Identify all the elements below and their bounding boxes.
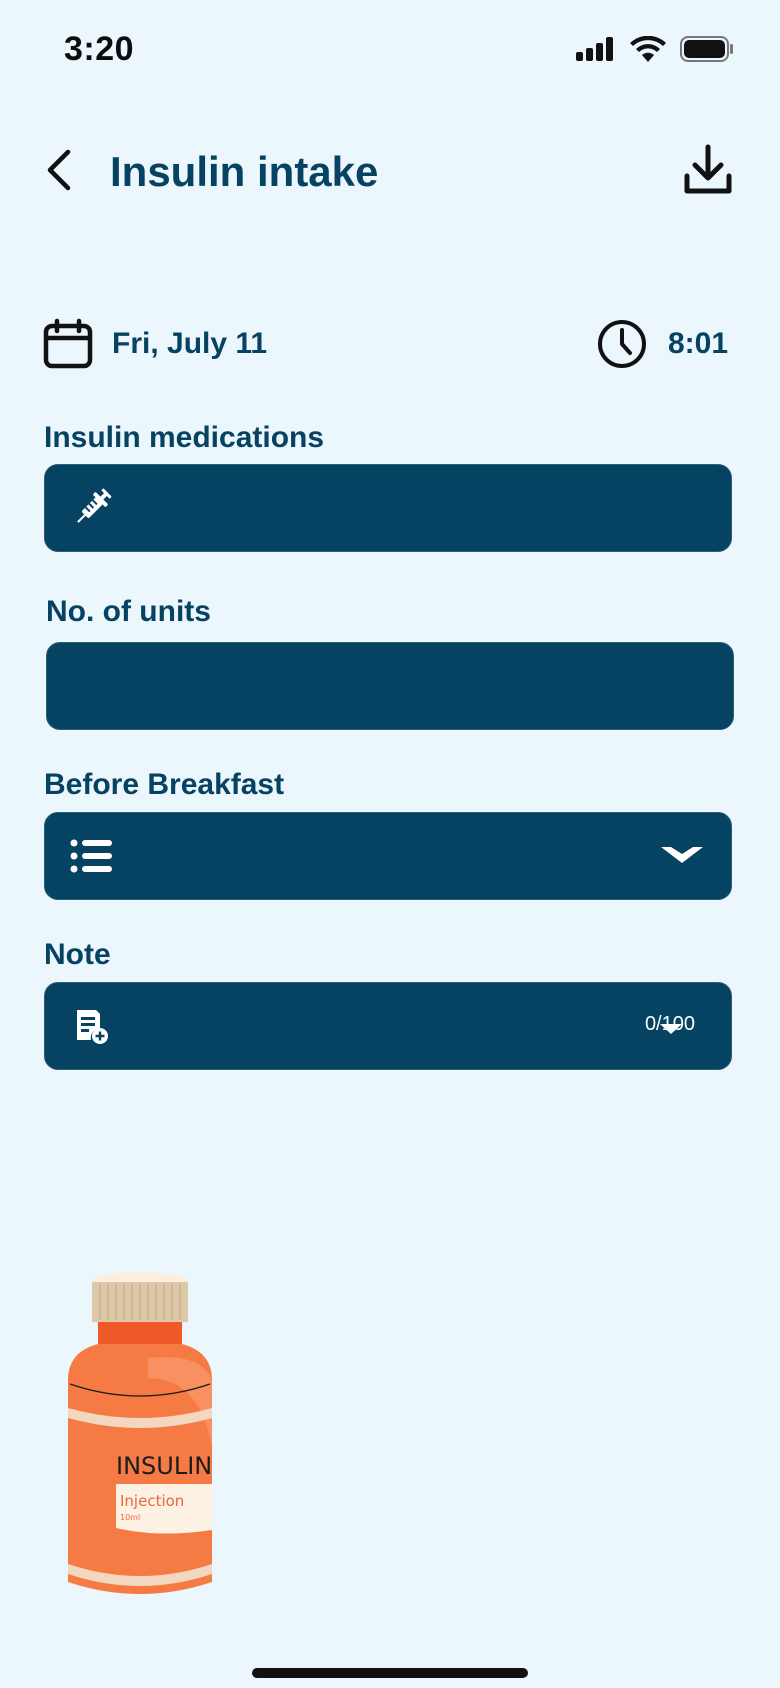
syringe-icon <box>69 485 115 531</box>
caret-down-icon <box>661 847 703 863</box>
units-input[interactable] <box>46 642 734 730</box>
meal-time-label: Before Breakfast <box>44 768 285 801</box>
status-icons <box>576 36 734 62</box>
download-icon <box>684 144 732 194</box>
calendar-icon <box>43 318 93 369</box>
download-button[interactable] <box>680 142 736 198</box>
wifi-icon <box>630 36 666 62</box>
date-value: Fri, July 11 <box>112 327 268 360</box>
time-picker[interactable]: 8:01 <box>596 318 728 370</box>
caret-down-icon <box>660 1024 682 1034</box>
date-picker[interactable]: Fri, July 11 <box>42 318 267 370</box>
page-title: Insulin intake <box>110 148 379 195</box>
bottle-type-text: Injection <box>120 1492 184 1510</box>
note-input[interactable]: 0/100 <box>44 982 732 1070</box>
chevron-left-icon <box>47 149 71 191</box>
battery-icon <box>680 36 733 62</box>
bottle-brand-text: INSULIN <box>116 1452 212 1480</box>
note-add-icon <box>69 1003 115 1049</box>
back-button[interactable] <box>38 144 78 196</box>
meal-time-dropdown[interactable] <box>44 812 732 900</box>
status-time: 3:20 <box>64 30 135 68</box>
clock-icon <box>597 320 646 368</box>
medications-field[interactable] <box>44 464 732 552</box>
units-label: No. of units <box>46 595 211 628</box>
home-indicator <box>252 1668 528 1678</box>
list-icon <box>69 833 115 879</box>
signal-icon <box>576 37 613 61</box>
bottle-volume-text: 10ml <box>120 1513 140 1522</box>
insulin-bottle-illustration: INSULIN Injection 10ml <box>68 1272 212 1594</box>
note-label: Note <box>44 938 111 971</box>
medications-label: Insulin medications <box>44 421 325 454</box>
time-value: 8:01 <box>667 327 728 360</box>
